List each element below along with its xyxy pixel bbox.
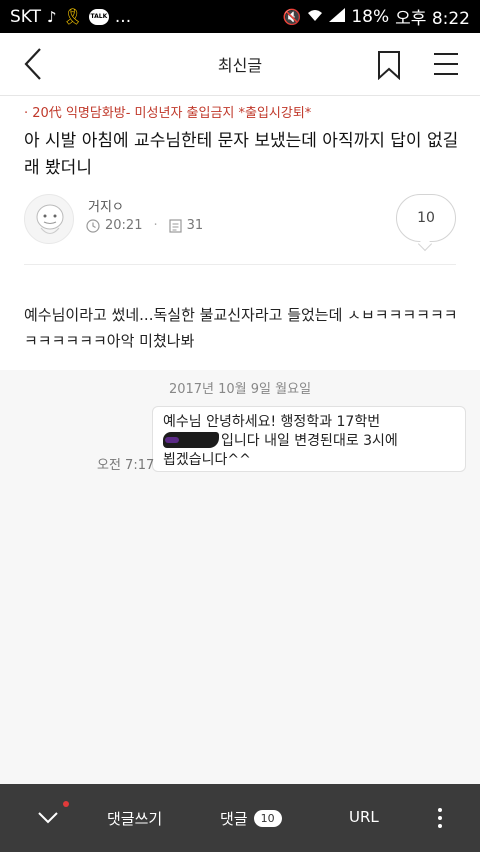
clock-time: 오후 8:22	[395, 9, 470, 29]
signal-icon	[329, 7, 346, 26]
comments-button[interactable]: 댓글 10	[220, 808, 282, 829]
bookmark-button[interactable]	[376, 50, 402, 81]
sms-bubble: 예수님 안녕하세요! 행정학과 17학번 입니다 내일 변경된대로 3시에 뵙겠…	[152, 406, 466, 472]
bookmark-icon	[378, 51, 400, 81]
document-icon	[169, 218, 182, 233]
sms-line-1: 예수님 안녕하세요! 행정학과 17학번	[163, 414, 381, 430]
app-header: 최신글	[0, 33, 480, 96]
meta-separator: ·	[153, 218, 158, 233]
sms-date: 2017년 10월 9일 월요일	[168, 382, 312, 397]
mute-icon: 🔇	[282, 7, 302, 26]
sms-time: 오전 7:17	[97, 458, 155, 473]
menu-button[interactable]	[432, 52, 460, 76]
avatar[interactable]	[24, 194, 74, 244]
post-title: 아 시발 아침에 교수님한테 문자 보냈는데 아직까지 답이 없길래 봤더니	[24, 131, 459, 178]
page-title: 최신글	[217, 56, 263, 75]
wifi-icon	[307, 8, 323, 26]
status-bar: SKT ♪ 🎗 TALK ... 🔇 18% 오후 8:22	[0, 0, 480, 33]
hamburger-menu-icon	[434, 53, 458, 75]
sms-line-3: 뵙겠습니다^^	[163, 452, 251, 468]
back-button[interactable]	[16, 47, 50, 81]
post-body: 예수님이라고 썼네...독실한 불교신자라고 들었는데 ㅅㅂㅋㅋㅋㅋㅋㅋㅋㅋㅋㅋ…	[24, 306, 458, 350]
bottom-action-bar: 댓글쓰기 댓글 10 URL	[0, 784, 480, 852]
more-vertical-icon	[438, 808, 442, 828]
music-note-icon: ♪	[47, 7, 57, 26]
view-count: 31	[186, 218, 204, 233]
redaction-scribble-accent	[165, 437, 179, 443]
collapse-button[interactable]	[36, 808, 60, 828]
author-name[interactable]: 거지ㅇ	[88, 196, 124, 215]
chevron-down-icon	[38, 812, 58, 824]
back-icon	[24, 48, 41, 80]
attached-screenshot: 2017년 10월 9일 월요일 예수님 안녕하세요! 행정학과 17학번 입니…	[0, 370, 480, 784]
kakaotalk-icon: TALK	[88, 8, 109, 25]
write-comment-button[interactable]: 댓글쓰기	[107, 808, 162, 829]
post-time: 20:21	[105, 218, 143, 233]
notification-more: ...	[114, 6, 132, 27]
post-meta: 20:21 · 31	[86, 218, 203, 233]
url-button[interactable]: URL	[349, 808, 379, 826]
ribbon-icon: 🎗	[62, 7, 83, 26]
board-label[interactable]: · 20代 익명담화방- 미성년자 출입금지 *출입시강퇴*	[24, 102, 311, 121]
divider	[24, 264, 456, 265]
comments-label: 댓글	[220, 810, 248, 828]
comment-count-bubble[interactable]: 10	[396, 194, 456, 242]
status-left: SKT ♪ 🎗 TALK ...	[10, 7, 131, 27]
battery-level: 18%	[351, 6, 390, 27]
clock-icon	[86, 218, 100, 233]
carrier-label: SKT	[10, 6, 42, 27]
notification-dot	[63, 801, 69, 807]
comment-count-badge: 10	[253, 810, 282, 827]
more-button[interactable]	[434, 806, 446, 830]
status-right: 🔇 18% 오후 8:22	[282, 4, 470, 30]
